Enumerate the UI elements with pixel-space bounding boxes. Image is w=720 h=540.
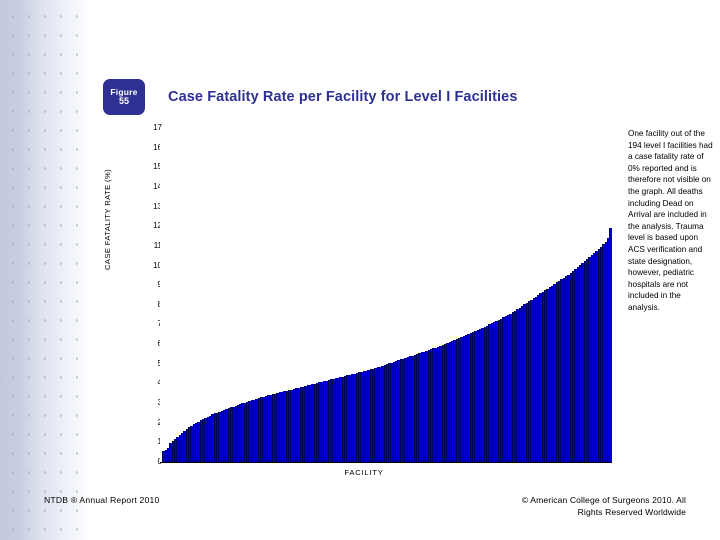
y-tick-label: 3 bbox=[132, 399, 162, 407]
y-tick-label: 11 bbox=[153, 240, 162, 250]
y-axis-tick-labels: 17161514131211109876543210 bbox=[122, 120, 172, 466]
x-axis-title: FACILITY bbox=[344, 468, 384, 477]
bar-series bbox=[160, 128, 612, 462]
y-tick-label: 0 bbox=[132, 458, 162, 466]
figure-badge: Figure 55 bbox=[103, 79, 145, 115]
bar bbox=[609, 228, 612, 462]
y-tick-label: 6 bbox=[132, 340, 162, 348]
footer-left: NTDB ® Annual Report 2010 bbox=[44, 495, 160, 505]
footer-right: © American College of Surgeons 2010. All… bbox=[430, 494, 686, 518]
footer-right-line1: © American College of Surgeons 2010. All bbox=[521, 495, 686, 505]
y-axis-title: CASE FATALITY RATE (%) bbox=[103, 168, 112, 270]
plot-area bbox=[160, 128, 612, 462]
y-tick-label: 4 bbox=[132, 379, 162, 387]
y-tick-label: 8 bbox=[132, 300, 162, 309]
y-tick-label: 9 bbox=[132, 281, 162, 289]
dot-pattern-icon bbox=[0, 0, 92, 540]
y-tick-label: 12 bbox=[153, 221, 162, 231]
y-tick-label: 15 bbox=[153, 162, 162, 172]
y-tick-label: 16 bbox=[153, 142, 162, 152]
y-tick-label: 17 bbox=[153, 123, 162, 132]
y-tick-label: 10 bbox=[153, 260, 162, 270]
y-tick-label: 13 bbox=[153, 201, 162, 211]
y-tick-label: 14 bbox=[153, 181, 162, 191]
y-tick-label: 7 bbox=[132, 320, 162, 328]
page-title: Case Fatality Rate per Facility for Leve… bbox=[168, 89, 518, 105]
chart-annotation-note: One facility out of the 194 level I faci… bbox=[628, 129, 713, 312]
y-tick-label: 5 bbox=[132, 359, 162, 368]
y-tick-label: 1 bbox=[132, 438, 162, 446]
decorative-left-band bbox=[0, 0, 92, 540]
x-axis-line bbox=[160, 462, 612, 463]
footer-right-line2: Rights Reserved Worldwide bbox=[577, 507, 686, 517]
y-tick-label: 2 bbox=[132, 418, 162, 427]
slide-root: Figure 55 Case Fatality Rate per Facilit… bbox=[0, 0, 720, 540]
figure-badge-number: 55 bbox=[118, 95, 129, 106]
bar-chart: CASE FATALITY RATE (%) 17161514131211109… bbox=[103, 120, 620, 480]
